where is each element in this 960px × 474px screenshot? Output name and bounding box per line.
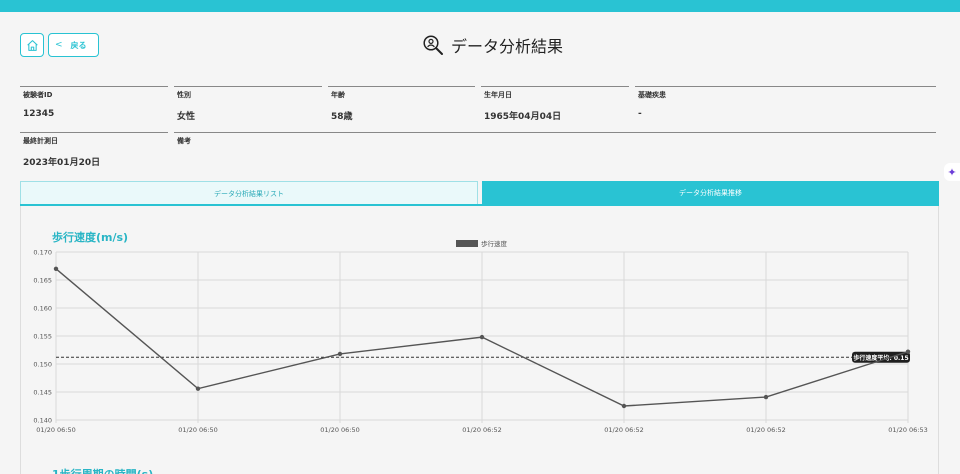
y-tick-label: 0.165 — [33, 277, 52, 285]
walking-speed-chart: 歩行速度平均: 0.15 0.170 0.165 0.160 0.155 0.150 0.… — [33, 239, 927, 435]
chart-average: 歩行速度平均: 0.15 — [56, 351, 910, 363]
x-tick-label: 01/20 06:50 — [36, 426, 76, 434]
data-point — [905, 349, 911, 354]
y-tick-label: 0.150 — [33, 361, 52, 369]
legend-swatch — [456, 240, 478, 247]
chart-legend: 歩行速度 — [456, 239, 508, 248]
next-chart-title: 1歩行周期の時間(s) — [52, 466, 153, 474]
x-tick-label: 01/20 06:52 — [746, 426, 786, 434]
x-tick-label: 01/20 06:50 — [320, 426, 360, 434]
data-point — [479, 334, 485, 340]
data-point — [195, 386, 201, 391]
y-tick-label: 0.170 — [33, 249, 52, 257]
x-tick-label: 01/20 06:52 — [604, 426, 644, 434]
x-tick-label: 01/20 06:53 — [888, 426, 928, 434]
data-point — [53, 266, 59, 271]
y-tick-label: 0.140 — [33, 417, 52, 425]
y-tick-label: 0.155 — [33, 333, 52, 341]
x-tick-label: 01/20 06:52 — [462, 426, 502, 434]
data-point — [337, 351, 343, 357]
y-tick-label: 0.145 — [33, 389, 52, 397]
data-point — [763, 394, 769, 400]
legend-label: 歩行速度 — [481, 239, 508, 248]
data-point — [621, 403, 627, 409]
y-tick-label: 0.160 — [33, 305, 52, 313]
chart-axes: 0.1700.1650.1600.1550.1500.1450.14001/20… — [33, 249, 927, 435]
x-tick-label: 01/20 06:50 — [178, 426, 218, 434]
